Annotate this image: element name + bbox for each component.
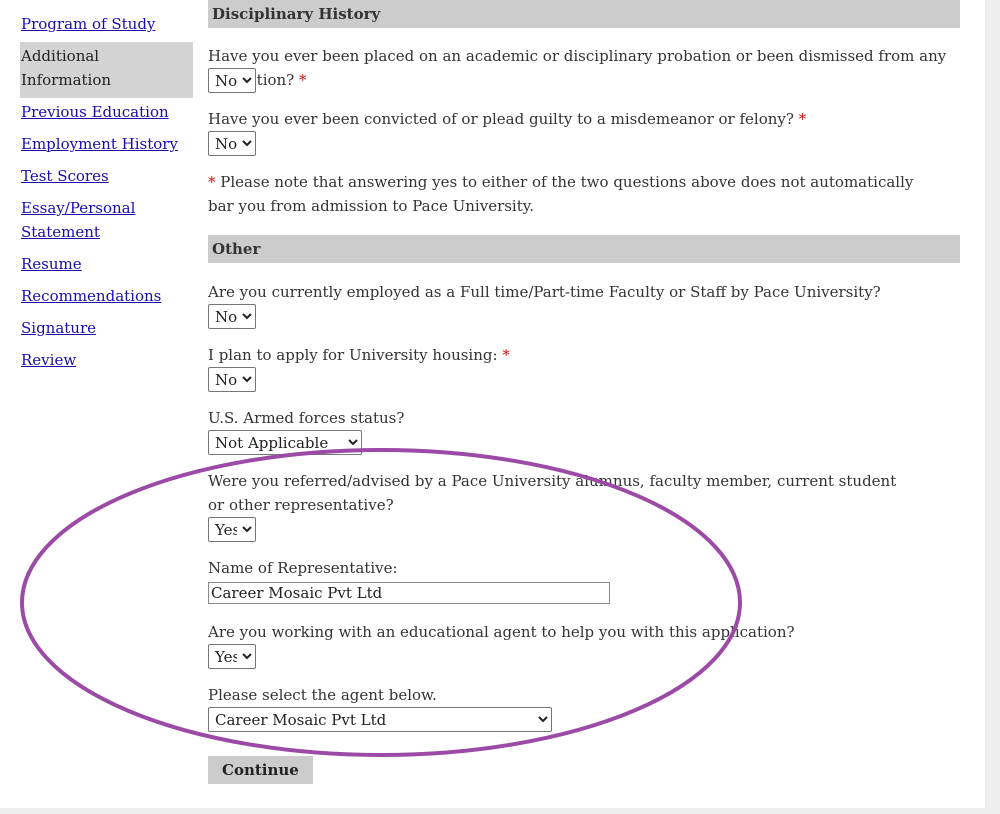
agent-name-select[interactable]: Career Mosaic Pvt Ltd bbox=[208, 707, 552, 732]
sidebar-item-essay-personal-statement[interactable]: Essay/Personal Statement bbox=[20, 194, 141, 250]
housing-select[interactable]: No bbox=[208, 367, 256, 392]
sidebar-item-employment-history[interactable]: Employment History bbox=[20, 130, 193, 162]
continue-button[interactable]: Continue bbox=[208, 756, 313, 784]
page-right-gutter bbox=[985, 0, 1000, 814]
conviction-question-label: Have you ever been convicted of or plead… bbox=[208, 110, 794, 128]
disciplinary-history-header: Disciplinary History bbox=[208, 0, 960, 28]
sidebar-item-additional-information[interactable]: Additional Information bbox=[20, 42, 193, 98]
referred-question: Were you referred/advised by a Pace Univ… bbox=[208, 469, 908, 517]
disciplinary-note-text: Please note that answering yes to either… bbox=[208, 173, 914, 215]
armed-forces-question: U.S. Armed forces status? bbox=[208, 406, 960, 430]
representative-name-label: Name of Representative: bbox=[208, 559, 398, 577]
housing-question-label: I plan to apply for University housing: bbox=[208, 346, 498, 364]
sidebar-item-review[interactable]: Review bbox=[20, 346, 193, 378]
armed-forces-select[interactable]: Not Applicable bbox=[208, 430, 362, 455]
required-marker: * bbox=[798, 110, 807, 128]
sidebar-item-recommendations[interactable]: Recommendations bbox=[20, 282, 193, 314]
probation-question: Have you ever been placed on an academic… bbox=[208, 44, 960, 92]
representative-name-input[interactable] bbox=[208, 582, 610, 604]
housing-question: I plan to apply for University housing: … bbox=[208, 343, 960, 367]
employed-select[interactable]: No bbox=[208, 304, 256, 329]
employed-question: Are you currently employed as a Full tim… bbox=[208, 280, 960, 304]
agent-select[interactable]: Yes bbox=[208, 644, 256, 669]
sidebar-nav: Program of Study Additional Information … bbox=[20, 10, 193, 378]
employed-question-label: Are you currently employed as a Full tim… bbox=[208, 283, 881, 301]
agent-question: Are you working with an educational agen… bbox=[208, 620, 960, 644]
sidebar-item-resume[interactable]: Resume bbox=[20, 250, 193, 282]
application-page: Program of Study Additional Information … bbox=[0, 0, 985, 808]
agent-question-label: Are you working with an educational agen… bbox=[208, 623, 795, 641]
probation-select[interactable]: No bbox=[208, 68, 256, 93]
sidebar-item-program-of-study[interactable]: Program of Study bbox=[20, 10, 193, 42]
armed-forces-question-label: U.S. Armed forces status? bbox=[208, 409, 405, 427]
required-marker: * bbox=[299, 71, 307, 89]
sidebar-item-signature[interactable]: Signature bbox=[20, 314, 193, 346]
note-required-marker: * bbox=[208, 173, 216, 191]
probation-question-label: Have you ever been placed on an academic… bbox=[208, 47, 947, 89]
sidebar-item-previous-education[interactable]: Previous Education bbox=[20, 98, 193, 130]
conviction-select[interactable]: No bbox=[208, 131, 256, 156]
sidebar-item-test-scores[interactable]: Test Scores bbox=[20, 162, 193, 194]
required-marker: * bbox=[502, 346, 510, 364]
referred-question-label: Were you referred/advised by a Pace Univ… bbox=[208, 472, 897, 514]
referred-select[interactable]: Yes bbox=[208, 517, 256, 542]
other-header: Other bbox=[208, 235, 960, 263]
conviction-question: Have you ever been convicted of or plead… bbox=[208, 107, 960, 131]
disciplinary-note: * Please note that answering yes to eith… bbox=[208, 170, 928, 218]
page-bottom-gutter bbox=[0, 808, 1000, 814]
agent-selection-question: Please select the agent below. bbox=[208, 683, 960, 707]
representative-name-question: Name of Representative: bbox=[208, 556, 960, 580]
agent-selection-label: Please select the agent below. bbox=[208, 686, 437, 704]
